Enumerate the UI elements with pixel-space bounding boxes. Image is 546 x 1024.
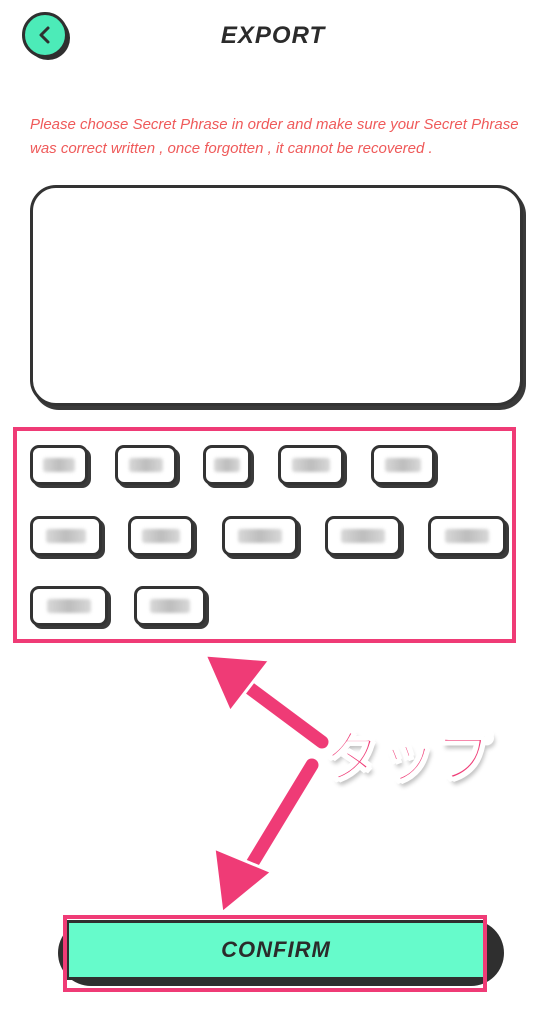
tap-annotation-label: タップ bbox=[323, 725, 493, 792]
arrow-down-to-confirm bbox=[212, 755, 322, 915]
arrow-up-to-words bbox=[203, 653, 332, 752]
confirm-highlight-box bbox=[63, 915, 487, 992]
annotation-arrows bbox=[203, 653, 332, 915]
